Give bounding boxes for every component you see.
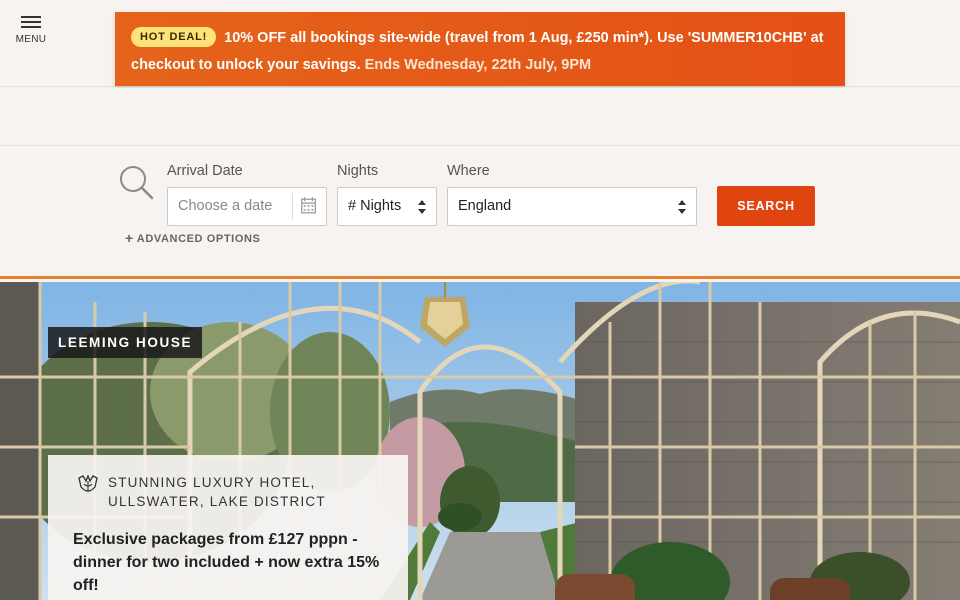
- promo-ends: Ends Wednesday, 22th July, 9PM: [364, 57, 592, 73]
- where-select[interactable]: England: [447, 187, 697, 226]
- offer-text: Exclusive packages from £127 pppn - dinn…: [73, 531, 380, 594]
- promo-banner[interactable]: HOT DEAL! 10% OFF all bookings site-wide…: [115, 12, 845, 86]
- nights-value: # Nights: [348, 198, 402, 214]
- hot-deal-badge: HOT DEAL!: [131, 27, 217, 47]
- arrival-date-label: Arrival Date: [167, 163, 243, 179]
- hotel-subtitle-line2: ULLSWATER, LAKE DISTRICT: [108, 494, 326, 509]
- menu-button[interactable]: MENU: [14, 16, 48, 45]
- advanced-options-label: ADVANCED OPTIONS: [136, 233, 261, 245]
- brand-logo-icon: [78, 474, 98, 492]
- search-icon: [120, 166, 154, 200]
- header-spacer: [0, 88, 960, 146]
- select-arrows-icon: [678, 200, 686, 214]
- arrival-date-placeholder: Choose a date: [178, 198, 273, 214]
- nights-select[interactable]: # Nights: [337, 187, 437, 226]
- arrival-date-input[interactable]: Choose a date: [167, 187, 327, 226]
- where-label: Where: [447, 163, 490, 179]
- top-bar: MENU HOT DEAL! 10% OFF all bookings site…: [0, 0, 960, 87]
- hotel-info-card[interactable]: STUNNING LUXURY HOTEL, ULLSWATER, LAKE D…: [48, 455, 408, 600]
- plus-icon: +: [125, 230, 134, 246]
- hotel-subtitle: STUNNING LUXURY HOTEL, ULLSWATER, LAKE D…: [108, 473, 383, 511]
- where-value: England: [458, 198, 512, 214]
- search-button[interactable]: SEARCH: [717, 186, 815, 226]
- advanced-options-link[interactable]: + ADVANCED OPTIONS: [125, 230, 260, 246]
- hamburger-icon: [21, 16, 41, 28]
- nights-label: Nights: [337, 163, 379, 179]
- select-arrows-icon: [418, 200, 426, 214]
- menu-label: MENU: [15, 34, 47, 45]
- hotel-name-tag[interactable]: LEEMING HOUSE: [48, 327, 203, 358]
- calendar-icon[interactable]: [292, 193, 326, 220]
- hotel-subtitle-line1: STUNNING LUXURY HOTEL,: [108, 475, 316, 490]
